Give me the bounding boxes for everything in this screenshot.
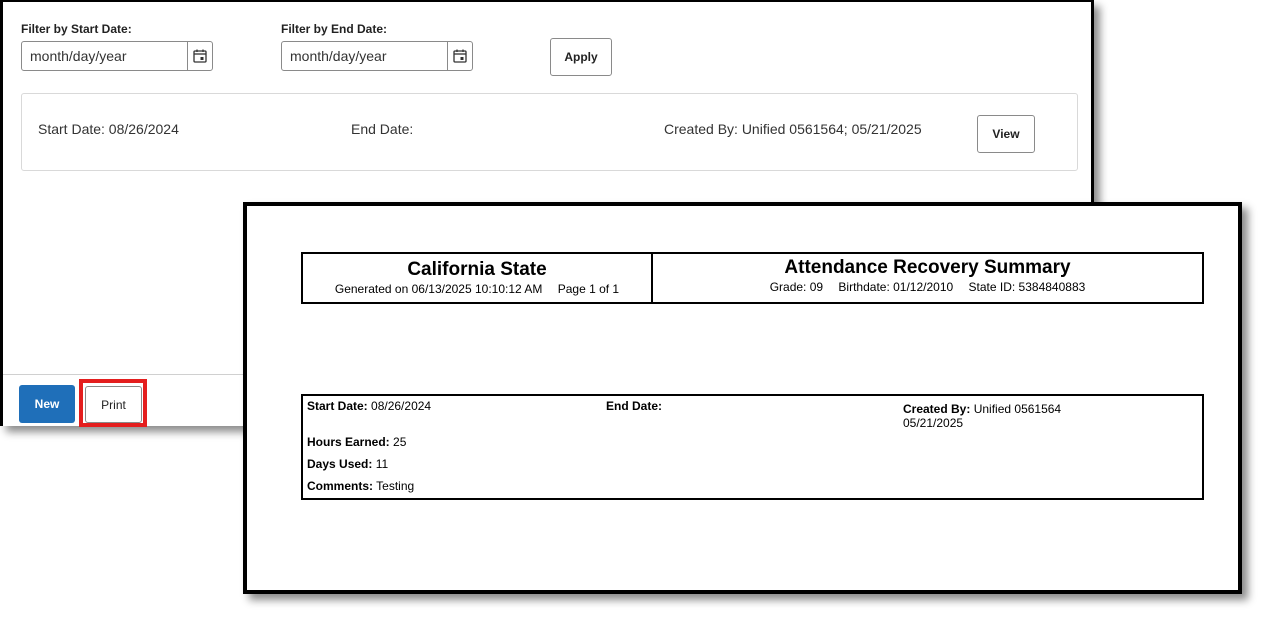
report-end-label: End Date: [606,399,663,413]
report-generated: Generated on 06/13/2025 10:10:12 AM [334,282,543,296]
report-hours-label: Hours Earned: [307,435,390,449]
report-state-id: State ID: 5384840883 [968,280,1086,294]
report-days-label: Days Used: [307,457,373,471]
report-created-by: Created By: Unified 0561564 05/21/2025 [903,402,1061,430]
report-created-value: Unified 0561564 [973,402,1062,416]
report-header: California State Generated on 06/13/2025… [301,252,1204,304]
end-date-placeholder: month/day/year [290,48,387,64]
report-start-value: 08/26/2024 [371,399,432,413]
report-days-value: 11 [375,457,389,471]
report-birthdate: Birthdate: 01/12/2010 [838,280,954,294]
record-card: Start Date: 08/26/2024 End Date: Created… [21,93,1078,171]
calendar-icon[interactable] [187,42,212,70]
end-date-filter-label: Filter by End Date: [281,22,388,36]
record-start-date: Start Date: 08/26/2024 [38,121,179,137]
report-preview-window: California State Generated on 06/13/2025… [243,202,1242,594]
report-hours-value: 25 [393,435,407,449]
report-header-left: California State Generated on 06/13/2025… [303,254,653,302]
report-created-date: 05/21/2025 [903,416,964,430]
report-start-label: Start Date: [307,399,368,413]
report-page: Page 1 of 1 [557,282,620,296]
report-school-name: California State [407,259,547,280]
view-button[interactable]: View [977,115,1035,153]
report-student-line: Grade: 09 Birthdate: 01/12/2010 State ID… [653,279,1202,295]
report-created-label: Created By: [903,402,971,416]
report-comments-label: Comments: [307,479,374,493]
start-date-filter-label: Filter by Start Date: [21,22,132,36]
report-hours-earned: Hours Earned: 25 [307,435,406,449]
end-date-input[interactable]: month/day/year [281,41,473,71]
report-comments: Comments: Testing [307,479,414,493]
report-generated-line: Generated on 06/13/2025 10:10:12 AM Page… [303,281,651,297]
report-title: Attendance Recovery Summary [784,257,1071,278]
calendar-icon[interactable] [447,42,472,70]
record-end-date: End Date: [351,121,414,137]
report-record: Start Date: 08/26/2024 End Date: Created… [301,394,1204,500]
report-start-date: Start Date: 08/26/2024 [307,399,431,413]
print-button[interactable]: Print [85,386,142,423]
report-header-right: Attendance Recovery Summary Grade: 09 Bi… [653,254,1202,302]
report-days-used: Days Used: 11 [307,457,388,471]
report-comments-value: Testing [376,479,415,493]
report-end-date: End Date: [606,399,662,413]
apply-button[interactable]: Apply [550,38,612,76]
record-created-by: Created By: Unified 0561564; 05/21/2025 [664,121,922,137]
report-grade: Grade: 09 [769,280,824,294]
start-date-placeholder: month/day/year [30,48,127,64]
new-button[interactable]: New [19,385,75,423]
start-date-input[interactable]: month/day/year [21,41,213,71]
